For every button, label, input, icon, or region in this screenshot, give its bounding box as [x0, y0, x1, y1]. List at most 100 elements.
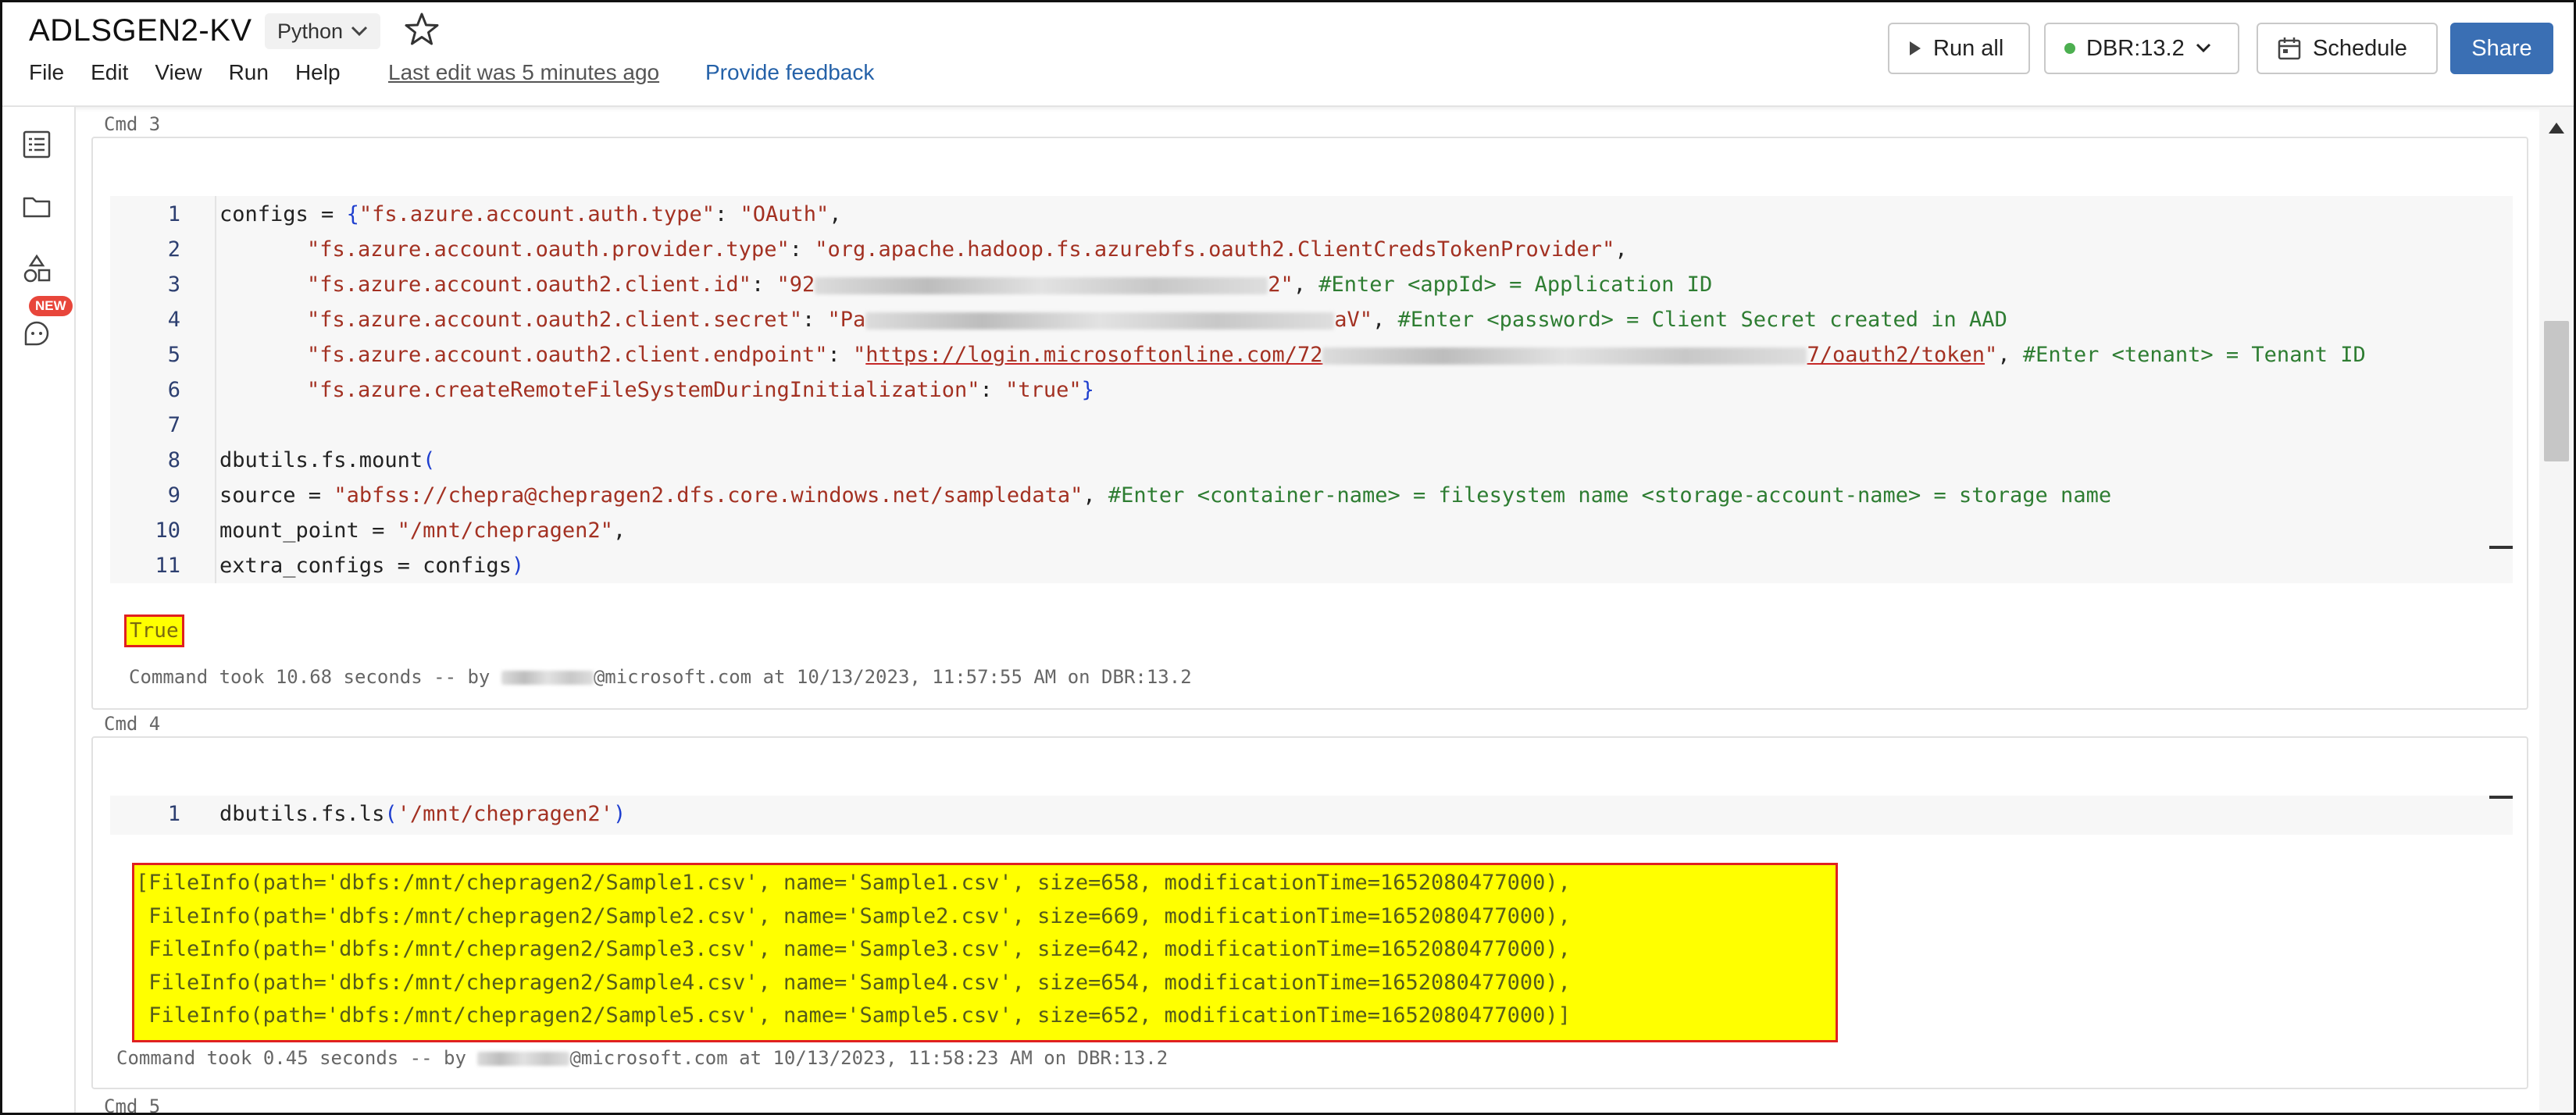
- code-comment: #Enter <container-name> = filesystem nam…: [1108, 483, 2112, 508]
- code-editor[interactable]: 1 dbutils.fs.ls('/mnt/chepragen2'): [110, 796, 2513, 835]
- line-number: 2: [167, 237, 180, 262]
- line-number: 3: [167, 273, 180, 297]
- code-token: (: [384, 802, 398, 826]
- command-took-text: Command took 10.68 seconds -- by @micros…: [129, 666, 1192, 688]
- run-all-button[interactable]: Run all: [1888, 23, 2030, 74]
- line-number: 4: [167, 308, 180, 332]
- new-badge: NEW: [29, 296, 73, 316]
- redacted-user: [501, 671, 594, 685]
- cell-output: [FileInfo(path='dbfs:/mnt/chepragen2/Sam…: [132, 863, 1838, 1042]
- code-line: "fs.azure.account.oauth2.client.endpoint…: [307, 343, 2366, 367]
- menu-view[interactable]: View: [155, 60, 202, 85]
- code-token: (: [423, 448, 436, 472]
- code-line: "fs.azure.account.oauth2.client.secret":…: [307, 308, 2007, 332]
- took-suffix: @microsoft.com at 10/13/2023, 11:58:23 A…: [569, 1047, 1168, 1069]
- line-number: 5: [167, 343, 180, 367]
- assistant-icon[interactable]: [21, 318, 52, 349]
- output-row: [FileInfo(path='dbfs:/mnt/chepragen2/Sam…: [136, 871, 1571, 895]
- code-editor[interactable]: 1 2 3 4 5 6 7 8 9 10 11 configs = {"fs.a…: [110, 196, 2513, 583]
- code-token: ,: [1997, 343, 2023, 367]
- code-token: "fs.azure.account.auth.type": [359, 202, 715, 226]
- code-token: ,: [1293, 273, 1319, 297]
- code-token: dbutils.fs.mount: [219, 448, 423, 472]
- line-number: 1: [167, 802, 180, 826]
- cell-cmd-3[interactable]: 1 2 3 4 5 6 7 8 9 10 11 configs = {"fs.a…: [91, 137, 2528, 710]
- chevron-down-icon: [2196, 43, 2210, 53]
- provide-feedback-link[interactable]: Provide feedback: [705, 60, 874, 85]
- took-prefix: Command took 0.45 seconds -- by: [116, 1047, 478, 1069]
- menu-file[interactable]: File: [29, 60, 64, 85]
- table-of-contents-icon[interactable]: [21, 129, 52, 160]
- code-token: ,: [1083, 483, 1108, 508]
- code-line: dbutils.fs.mount(: [219, 448, 435, 472]
- took-suffix: @microsoft.com at 10/13/2023, 11:57:55 A…: [593, 666, 1192, 688]
- scrollbar[interactable]: [2539, 107, 2574, 1113]
- code-token: ,: [829, 202, 842, 226]
- collapse-cell-icon[interactable]: [2489, 796, 2513, 799]
- output-row: FileInfo(path='dbfs:/mnt/chepragen2/Samp…: [136, 937, 1571, 961]
- menu-bar: File Edit View Run Help: [29, 60, 341, 85]
- notebook-window: ADLSGEN2-KV Python File Edit View Run He…: [0, 0, 2576, 1115]
- code-token: "fs.azure.account.oauth2.client.secret": [307, 308, 802, 332]
- star-icon[interactable]: [402, 10, 441, 49]
- language-selector[interactable]: Python: [265, 13, 381, 49]
- code-token: "fs.azure.createRemoteFileSystemDuringIn…: [307, 378, 980, 402]
- code-token: "fs.azure.account.oauth2.client.endpoint…: [307, 343, 828, 367]
- command-took-text: Command took 0.45 seconds -- by @microso…: [116, 1047, 1168, 1069]
- code-line: source = "abfss://chepra@chepragen2.dfs.…: [219, 483, 2111, 508]
- redacted-value: [815, 276, 1268, 294]
- code-token: ,: [1614, 237, 1628, 262]
- code-token: aV": [1334, 308, 1373, 332]
- code-comment: #Enter <tenant> = Tenant ID: [2022, 343, 2366, 367]
- scroll-up-icon[interactable]: [2547, 119, 2566, 135]
- code-token: "abfss://chepra@chepragen2.dfs.core.wind…: [334, 483, 1083, 508]
- code-token: :: [751, 273, 777, 297]
- output-row: FileInfo(path='dbfs:/mnt/chepragen2/Samp…: [136, 1003, 1571, 1028]
- shapes-icon[interactable]: [21, 254, 52, 285]
- code-line: extra_configs = configs): [219, 554, 524, 578]
- chevron-down-icon: [351, 26, 368, 37]
- schedule-button[interactable]: Schedule: [2257, 23, 2438, 74]
- code-token: ): [612, 802, 626, 826]
- menu-edit[interactable]: Edit: [91, 60, 128, 85]
- left-sidebar: NEW: [2, 107, 76, 1113]
- code-token: "/mnt/chepragen2": [397, 518, 613, 543]
- code-line: mount_point = "/mnt/chepragen2",: [219, 518, 626, 543]
- share-button[interactable]: Share: [2450, 23, 2553, 74]
- redacted-value: [1322, 347, 1807, 365]
- code-token: "org.apache.hadoop.fs.azurebfs.oauth2.Cl…: [815, 237, 1615, 262]
- code-token: mount_point =: [219, 518, 398, 543]
- notebook-header: ADLSGEN2-KV Python File Edit View Run He…: [2, 2, 2574, 107]
- code-comment: #Enter <appId> = Application ID: [1318, 273, 1713, 297]
- line-number: 11: [155, 554, 180, 578]
- cluster-selector[interactable]: DBR:13.2: [2044, 23, 2239, 74]
- cluster-label: DBR:13.2: [2086, 35, 2185, 61]
- code-line: "fs.azure.account.oauth.provider.type": …: [307, 237, 1628, 262]
- code-token: :: [979, 378, 1006, 402]
- folder-icon[interactable]: [21, 191, 52, 223]
- redacted-user: [477, 1052, 570, 1066]
- code-token: {: [346, 202, 359, 226]
- line-number: 8: [167, 448, 180, 472]
- line-number: 10: [155, 518, 180, 543]
- last-edit-link[interactable]: Last edit was 5 minutes ago: [388, 60, 659, 85]
- line-number: 6: [167, 378, 180, 402]
- cmd-5-label: Cmd 5: [104, 1095, 161, 1115]
- menu-help[interactable]: Help: [295, 60, 341, 85]
- cmd-3-label: Cmd 3: [104, 113, 161, 135]
- indent-guide: [215, 196, 216, 583]
- code-line: configs = {"fs.azure.account.auth.type":…: [219, 202, 842, 226]
- code-comment: #Enter <password> = Client Secret create…: [1397, 308, 2007, 332]
- scrollbar-thumb[interactable]: [2544, 321, 2569, 461]
- notebook-title[interactable]: ADLSGEN2-KV: [29, 13, 252, 48]
- output-row: FileInfo(path='dbfs:/mnt/chepragen2/Samp…: [136, 970, 1571, 995]
- line-number: 1: [167, 202, 180, 226]
- menu-run[interactable]: Run: [229, 60, 269, 85]
- line-number: 9: [167, 483, 180, 508]
- endpoint-link[interactable]: 7/oauth2/token: [1807, 343, 1985, 367]
- code-token: "OAuth": [740, 202, 830, 226]
- cell-cmd-4[interactable]: 1 dbutils.fs.ls('/mnt/chepragen2') [File…: [91, 736, 2528, 1089]
- collapse-cell-icon[interactable]: [2489, 546, 2513, 549]
- endpoint-link[interactable]: https://login.microsoftonline.com/72: [865, 343, 1322, 367]
- play-icon: [1910, 41, 1921, 55]
